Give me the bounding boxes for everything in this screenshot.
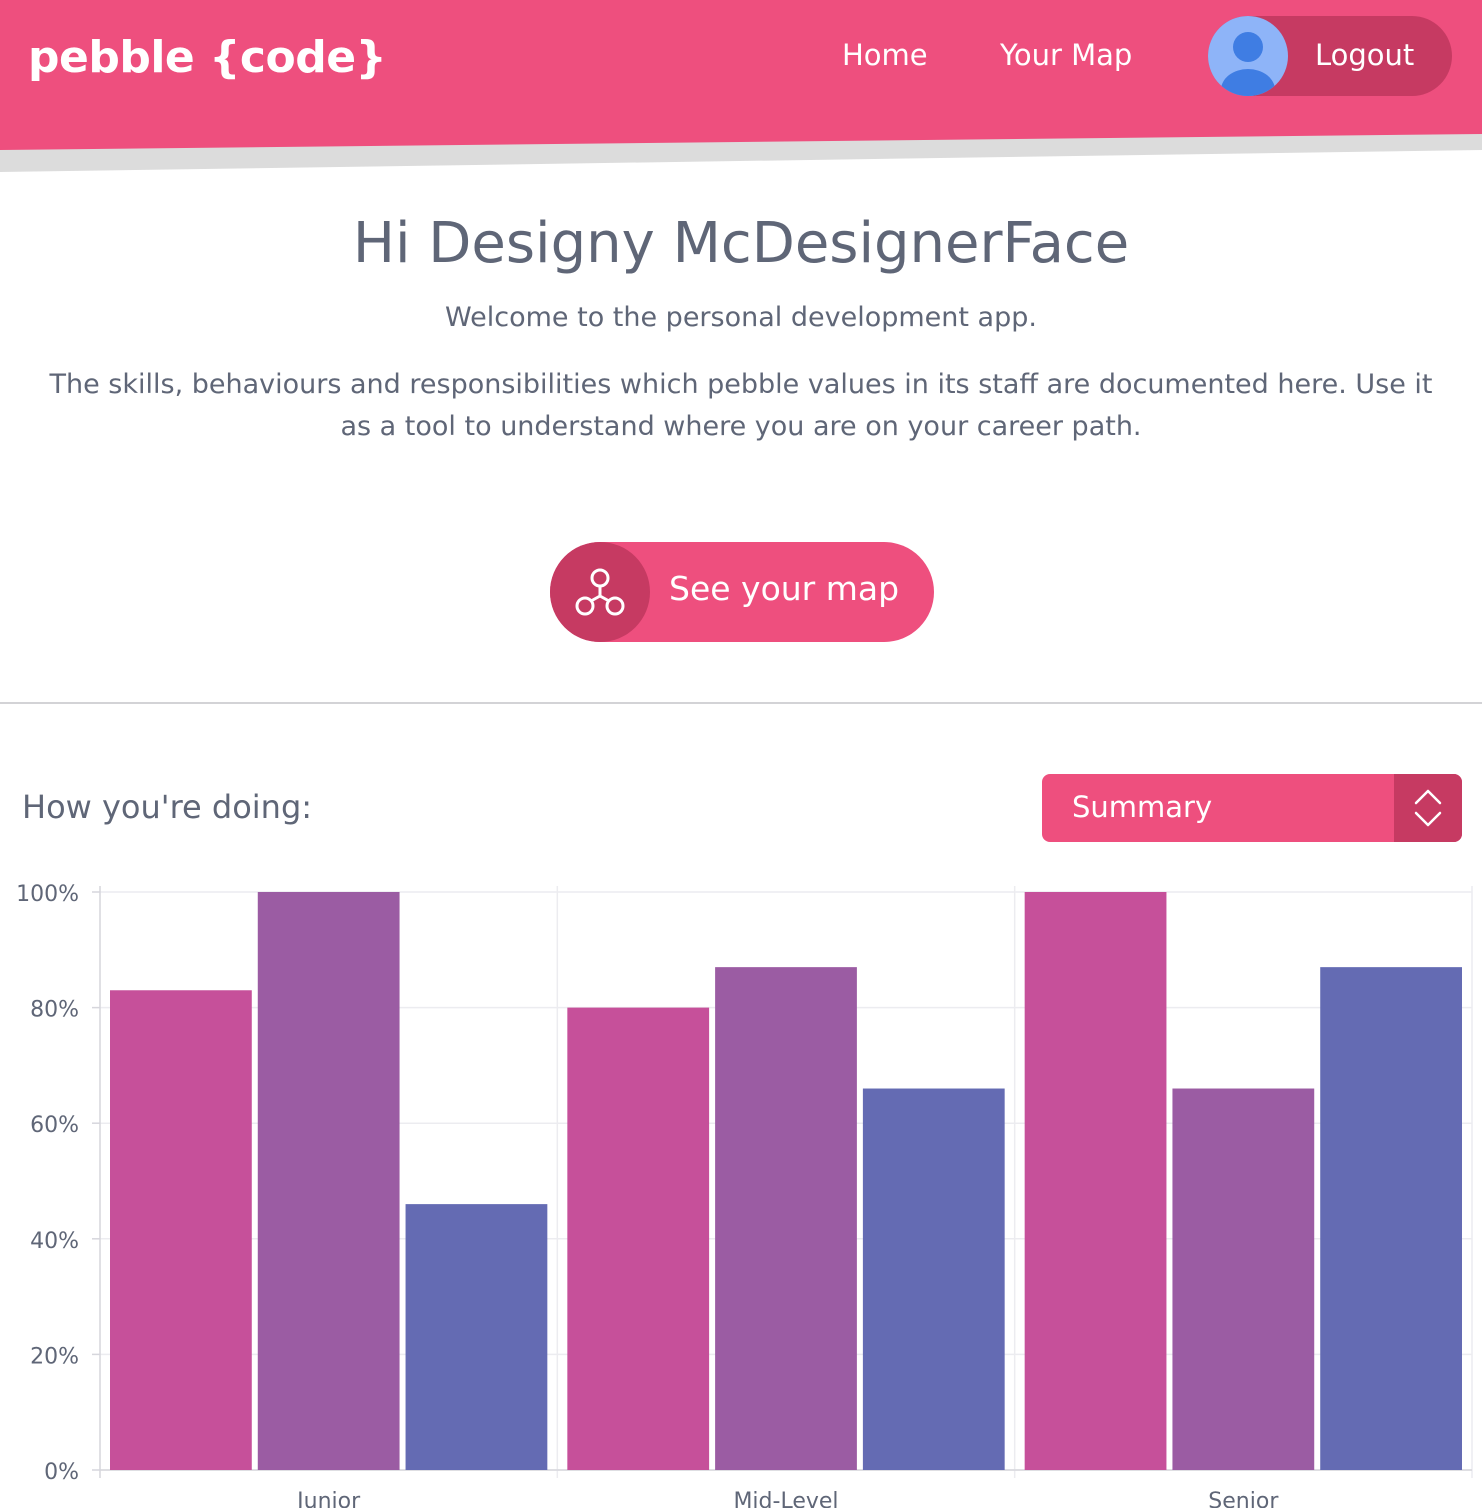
chart-bar [1172,1088,1315,1470]
chart-bar [110,990,252,1470]
user-avatar-icon [1208,16,1288,96]
app-header: pebble {code} Home Your Map Logout [0,0,1482,172]
nav-your-map-link[interactable]: Your Map [1000,38,1132,72]
app-logo[interactable]: pebble {code} [28,32,387,83]
logout-label: Logout [1315,38,1415,72]
nav-home-link[interactable]: Home [842,38,928,72]
view-select-value: Summary [1072,790,1213,824]
welcome-description: The skills, behaviours and responsibilit… [49,369,1433,442]
chart-bar [567,1007,710,1470]
chart-bar [257,892,400,1470]
chevron-up-down-icon [1394,774,1462,842]
chart-bar [715,967,857,1470]
see-your-map-button[interactable]: See your map [550,542,934,642]
y-tick-label: 40% [30,1229,79,1254]
chart-bar [1320,967,1462,1470]
welcome-section: Hi Designy McDesignerFace Welcome to the… [0,208,1482,448]
network-nodes-icon [550,542,650,642]
page-title: Hi Designy McDesignerFace [352,211,1130,276]
chart-bar [405,1204,548,1470]
x-tick-label: Junior [295,1489,361,1508]
y-tick-label: 60% [30,1113,79,1138]
view-select[interactable]: Summary [1042,774,1462,842]
section-divider [0,702,1482,704]
chart-bar [1024,892,1167,1470]
y-tick-label: 80% [30,998,79,1023]
y-tick-label: 100% [16,882,79,907]
see-your-map-label: See your map [669,569,900,608]
progress-bar-chart: 0% 20% 40% 60% 80% 100% Junior Mid-Level Senior [16,882,1473,1508]
welcome-intro: Welcome to the personal development app. [445,302,1037,333]
progress-section-title: How you're doing: [22,788,313,826]
y-tick-label: 20% [30,1344,79,1369]
x-tick-label: Mid-Level [733,1489,838,1508]
x-tick-label: Senior [1208,1489,1279,1508]
y-tick-label: 0% [44,1460,79,1485]
chart-bar [862,1088,1005,1470]
logout-button[interactable]: Logout [1208,16,1452,96]
